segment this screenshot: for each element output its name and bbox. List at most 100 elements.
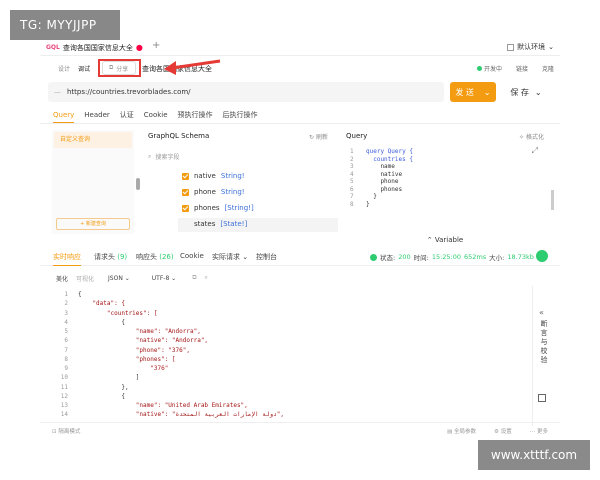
- code-text: {: [78, 392, 125, 400]
- response-line: 3 "countries": [: [52, 309, 512, 318]
- isolation-mode[interactable]: ⊡ 隔离模式: [52, 427, 80, 435]
- request-tabs: Query Header 认证 Cookie 预执行操作 后执行操作: [40, 106, 560, 124]
- size-label: 大小:: [489, 254, 505, 262]
- schema-field-phone[interactable]: phone String!: [182, 188, 245, 196]
- highlight-box: [98, 59, 141, 77]
- tab-title: 查询各国国家信息大全: [62, 43, 133, 52]
- variable-toggle[interactable]: ⌃ Variable: [342, 236, 548, 244]
- query-code: 1 query Query { 2 countries { 3 name 4 na…: [350, 148, 413, 208]
- schema-panel: GraphQL Schema ↻ 刷新 ⌕ 搜索字段 native String…: [142, 130, 338, 236]
- panel-resize-handle[interactable]: [136, 178, 140, 190]
- code-text: native: [366, 170, 403, 178]
- code-text: phones: [366, 185, 403, 193]
- field-type: String!: [220, 188, 245, 196]
- watermark-top-left: TG: MYYJJPP: [10, 10, 120, 40]
- send-button[interactable]: 发 送 ⌄: [450, 82, 496, 102]
- line-number: 14: [60, 411, 68, 419]
- table-icon[interactable]: [538, 394, 546, 402]
- chevron-down-icon: ⌄: [534, 87, 542, 97]
- checkbox-checked-icon[interactable]: [182, 204, 189, 212]
- global-params-label: 全局参数: [454, 429, 477, 435]
- clone-button[interactable]: 克隆: [542, 64, 554, 73]
- tab-query[interactable]: Query: [53, 111, 75, 123]
- red-arrow-icon: [164, 59, 221, 75]
- query-editor[interactable]: Query ✧ 格式化 ⤢ 1 query Query { 2 countries…: [342, 130, 554, 238]
- tab-realtime-response[interactable]: 实时响应: [53, 252, 81, 266]
- response-line: 12 {: [52, 392, 512, 401]
- custom-query-item[interactable]: 自定义查询: [54, 132, 132, 148]
- beautify-button[interactable]: 美化: [56, 274, 68, 283]
- expand-icon[interactable]: ⤢: [532, 146, 538, 156]
- line-number: 3: [350, 163, 354, 170]
- format-label: 格式化: [525, 134, 544, 141]
- save-label: 保 存: [510, 87, 529, 97]
- copy-icon[interactable]: ⧉: [192, 274, 196, 282]
- response-line: 8 "phones": [: [52, 355, 512, 364]
- field-type: [State!]: [220, 220, 248, 228]
- schema-search[interactable]: ⌕ 搜索字段: [148, 152, 179, 162]
- environment-selector[interactable]: 默认环境 ⌄: [507, 42, 554, 52]
- format-select[interactable]: JSON ⌄: [108, 275, 130, 282]
- response-line: 6 "native": "Andorra",: [52, 336, 512, 345]
- schema-field-phones[interactable]: phones [String!]: [182, 204, 254, 212]
- schema-field-native[interactable]: native String!: [182, 172, 245, 180]
- download-icon[interactable]: [536, 250, 548, 262]
- code-line: 7 }: [350, 193, 413, 201]
- tab-request-headers[interactable]: 请求头 (9): [94, 252, 127, 262]
- query-scrollbar[interactable]: [551, 190, 554, 210]
- tab-query-countries[interactable]: GQL 查询各国国家信息大全 ●: [46, 41, 143, 54]
- schema-field-states[interactable]: states [State!]: [194, 220, 247, 228]
- tab-actual-request[interactable]: 实际请求 ⌄: [212, 252, 248, 262]
- code-line: 4 native: [350, 171, 413, 179]
- tab-header[interactable]: Header: [84, 111, 110, 119]
- tab-pre-processors[interactable]: 预执行操作: [178, 110, 213, 120]
- success-icon: [370, 253, 377, 261]
- code-text: "native": "Andorra",: [78, 337, 209, 345]
- visualize-button[interactable]: 可视化: [76, 274, 94, 283]
- response-body[interactable]: 1{ 2 "data": { 3 "countries": [ 4 { 5 "n…: [52, 290, 512, 420]
- code-text: "countries": [: [78, 309, 158, 317]
- refresh-button[interactable]: ↻ 刷新: [309, 132, 328, 141]
- code-text: ]: [78, 374, 140, 382]
- checkbox-checked-icon[interactable]: [182, 188, 189, 196]
- checkbox-checked-icon[interactable]: [182, 172, 189, 180]
- mode-design[interactable]: 设计: [58, 64, 70, 73]
- chevron-down-icon: ⌄: [483, 87, 491, 97]
- search-icon[interactable]: ⌕: [205, 274, 208, 282]
- settings-label: 设置: [500, 429, 512, 435]
- new-query-button[interactable]: + 新建查询: [56, 218, 130, 230]
- isolation-label: 隔离模式: [58, 429, 81, 435]
- settings-button[interactable]: ⚙ 设置: [494, 427, 512, 435]
- tab-count: (26): [159, 253, 174, 261]
- link-button[interactable]: 链接: [516, 64, 528, 73]
- format-button[interactable]: ✧ 格式化: [519, 132, 544, 141]
- line-number: 11: [60, 383, 68, 391]
- code-line: 6 phones: [350, 186, 413, 194]
- encoding-select[interactable]: UTF-8 ⌄: [152, 275, 176, 282]
- code-line: 3 name: [350, 163, 413, 171]
- tab-count: (9): [117, 253, 128, 261]
- line-number: 2: [64, 300, 68, 308]
- mode-bar: 设计 调试 ⧉ 分享 查询各国国家信息大全 开发中 链接 克隆: [40, 59, 560, 78]
- line-number: 4: [64, 318, 68, 326]
- assertion-side-panel[interactable]: « 断言与校验: [532, 286, 550, 426]
- more-button[interactable]: ⋯ 更多: [530, 427, 548, 435]
- tab-response-headers[interactable]: 响应头 (26): [136, 252, 174, 262]
- tab-auth[interactable]: 认证: [120, 110, 134, 120]
- tab-cookie[interactable]: Cookie: [144, 111, 168, 119]
- url-input[interactable]: — https://countries.trevorblades.com/: [48, 82, 444, 102]
- response-tabs: 实时响应 请求头 (9) 响应头 (26) Cookie 实际请求 ⌄ 控制台 …: [40, 248, 560, 266]
- line-number: 4: [350, 170, 354, 178]
- save-button[interactable]: 保 存 ⌄: [500, 82, 552, 102]
- mode-debug[interactable]: 调试: [78, 64, 90, 73]
- footer-actions: ▤ 全局参数 ⚙ 设置 ⋯ 更多: [447, 427, 548, 435]
- tab-cookie[interactable]: Cookie: [180, 252, 204, 260]
- url-value: https://countries.trevorblades.com/: [67, 88, 191, 96]
- new-tab-button[interactable]: +: [152, 40, 160, 51]
- dev-status[interactable]: 开发中: [476, 64, 502, 73]
- tab-console[interactable]: 控制台: [256, 252, 277, 262]
- global-params-button[interactable]: ▤ 全局参数: [447, 427, 476, 435]
- tab-label: 实际请求: [212, 253, 240, 261]
- tab-post-processors[interactable]: 后执行操作: [223, 110, 258, 120]
- line-number: 1: [350, 148, 354, 155]
